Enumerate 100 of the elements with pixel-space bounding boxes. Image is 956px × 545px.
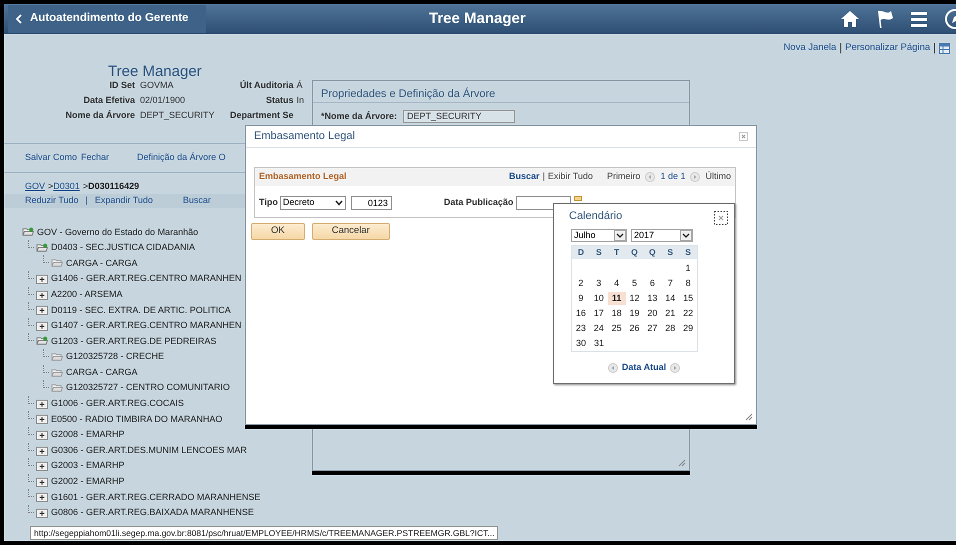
tree-item[interactable]: G1406 - GER.ART.REG.CENTRO MARANHEN <box>51 272 242 286</box>
calendar-day[interactable]: 1 <box>679 262 697 275</box>
calendar-day[interactable]: 16 <box>572 307 590 320</box>
tree-item[interactable]: G1006 - GER.ART.REG.COCAIS <box>51 397 184 411</box>
calendar-day[interactable]: 5 <box>626 277 644 290</box>
tree-item[interactable]: GOV - Governo do Estado do Maranhão <box>37 226 198 240</box>
plus-folder-icon[interactable] <box>36 476 48 487</box>
year-select[interactable]: 2017 <box>631 229 693 242</box>
tree-definition-link[interactable]: Definição da Árvore O <box>137 150 226 164</box>
tree-item[interactable]: G1203 - GER.ART.REG.DE PEDREIRAS <box>51 334 216 348</box>
calendar-day[interactable]: 22 <box>679 307 698 320</box>
calendar-day[interactable]: 25 <box>608 322 626 335</box>
open-folder-icon[interactable] <box>36 336 48 346</box>
calendar-day[interactable]: 21 <box>661 307 680 320</box>
calendar-day[interactable]: 11 <box>608 292 626 305</box>
calendar-day[interactable]: 13 <box>643 292 662 305</box>
calendar-day[interactable]: 31 <box>590 337 608 350</box>
search-link[interactable]: Buscar <box>182 194 211 208</box>
calendar-day[interactable]: 3 <box>590 277 608 290</box>
calendar-day[interactable]: 8 <box>679 277 698 290</box>
page-link[interactable]: Nova Janela <box>783 41 836 56</box>
calendar-day[interactable]: 26 <box>626 322 644 335</box>
field-value: 02/01/1900 <box>140 94 186 106</box>
resize-grip-icon[interactable] <box>745 413 753 421</box>
field-label: *Nome da Árvore: <box>321 110 398 123</box>
type-select[interactable]: Decreto <box>280 196 346 210</box>
open-folder-icon[interactable] <box>22 227 34 238</box>
calendar-day[interactable]: 30 <box>572 337 590 350</box>
calendar-day[interactable]: 6 <box>643 277 662 290</box>
tree-name-field[interactable]: DEPT_SECURITY <box>403 110 516 124</box>
compass-icon[interactable] <box>944 8 956 30</box>
plus-folder-icon[interactable] <box>36 430 48 440</box>
tree-tool-link[interactable]: Reduzir Tudo <box>25 194 79 208</box>
tree-item[interactable]: G120325727 - CENTRO COMUNITARIO <box>66 381 230 395</box>
calendar-icon[interactable] <box>574 196 582 201</box>
plus-folder-icon[interactable] <box>36 274 48 284</box>
month-select[interactable]: Julho <box>571 229 627 242</box>
first-label: Primeiro <box>606 170 640 184</box>
resize-grip-icon[interactable] <box>678 459 686 467</box>
tree-item[interactable]: A2200 - ARSEMA <box>51 288 123 302</box>
calendar-day[interactable]: 14 <box>661 292 680 305</box>
page-link[interactable]: Personalizar Página <box>845 41 930 56</box>
breadcrumb-link[interactable]: GOV <box>25 180 46 192</box>
plus-folder-icon[interactable] <box>36 446 48 456</box>
calendar-day[interactable]: 10 <box>590 292 608 305</box>
back-button[interactable]: Autoatendimento do Gerente <box>8 5 206 33</box>
plus-folder-icon[interactable] <box>36 492 48 502</box>
search-link[interactable]: Buscar <box>509 170 540 184</box>
tree-item[interactable]: D0119 - SEC. EXTRA. DE ARTIC. POLITICA <box>51 304 231 318</box>
calendar-day[interactable]: 24 <box>590 322 608 335</box>
tree-item[interactable]: G120325728 - CRECHE <box>66 350 164 364</box>
plus-folder-icon[interactable] <box>36 290 48 300</box>
tree-item[interactable]: G0806 - GER.ART.REG.BAIXADA MARANHENSE <box>51 506 254 520</box>
plus-folder-icon[interactable] <box>36 508 48 518</box>
flag-icon[interactable] <box>876 9 894 29</box>
weekday-label: T <box>613 246 620 259</box>
calendar-day[interactable]: 15 <box>679 292 698 305</box>
calendar-day[interactable]: 27 <box>643 322 662 335</box>
calendar-day[interactable]: 17 <box>590 307 608 320</box>
tree-item[interactable]: G1407 - GER.ART.REG.CENTRO MARANHEN <box>51 319 242 333</box>
open-folder-icon[interactable] <box>36 242 48 253</box>
plus-folder-icon[interactable] <box>36 461 48 472</box>
tree-item[interactable]: G0306 - GER.ART.DES.MUNIM LENCOES MAR <box>51 444 247 458</box>
tree-item[interactable]: G2003 - EMARHP <box>51 459 125 473</box>
current-date-link[interactable]: Data Atual <box>622 361 666 374</box>
breadcrumb-link[interactable]: D0301 <box>53 180 80 192</box>
calendar-day[interactable]: 12 <box>626 292 644 305</box>
calendar-day[interactable]: 19 <box>626 307 644 320</box>
tree-item[interactable]: CARGA - CARGA <box>66 256 138 270</box>
action-link[interactable]: Salvar Como <box>25 150 78 164</box>
menu-icon[interactable] <box>910 11 928 27</box>
calendar-day[interactable]: 20 <box>643 307 662 320</box>
action-link[interactable]: Fechar <box>81 150 110 164</box>
tree-item[interactable]: G2002 - EMARHP <box>51 475 125 489</box>
show-all-link[interactable]: Exibir Tudo <box>548 170 593 184</box>
calendar-day[interactable]: 7 <box>661 277 680 290</box>
dialog-button[interactable]: OK <box>251 223 305 240</box>
plus-folder-icon[interactable] <box>36 414 48 424</box>
dialog-button[interactable]: Cancelar <box>312 223 390 240</box>
plus-folder-icon[interactable] <box>36 320 48 331</box>
weekday-label: Q <box>648 246 657 259</box>
tree-item[interactable]: CARGA - CARGA <box>66 366 138 380</box>
tree-tool-link[interactable]: Expandir Tudo <box>94 194 153 208</box>
number-field[interactable]: 0123 <box>350 196 392 210</box>
plus-folder-icon[interactable] <box>36 398 48 409</box>
tree-item[interactable]: D0403 - SEC.JUSTICA CIDADANIA <box>51 241 196 255</box>
calendar-day[interactable]: 9 <box>572 292 590 305</box>
grid-icon[interactable] <box>939 42 950 54</box>
calendar-day[interactable]: 23 <box>572 322 590 335</box>
tree-item[interactable]: E0500 - RADIO TIMBIRA DO MARANHAO <box>51 412 222 426</box>
plus-folder-icon[interactable] <box>36 305 48 316</box>
calendar-day[interactable]: 28 <box>661 322 680 335</box>
close-icon[interactable] <box>714 211 728 225</box>
tree-item[interactable]: G2008 - EMARHP <box>51 428 125 442</box>
calendar-day[interactable]: 18 <box>608 307 626 320</box>
calendar-day[interactable]: 29 <box>679 322 698 335</box>
calendar-day[interactable]: 4 <box>608 277 626 290</box>
home-icon[interactable] <box>840 10 860 28</box>
tree-item[interactable]: G1601 - GER.ART.REG.CERRADO MARANHENSE <box>51 490 260 504</box>
calendar-day[interactable]: 2 <box>572 277 590 290</box>
